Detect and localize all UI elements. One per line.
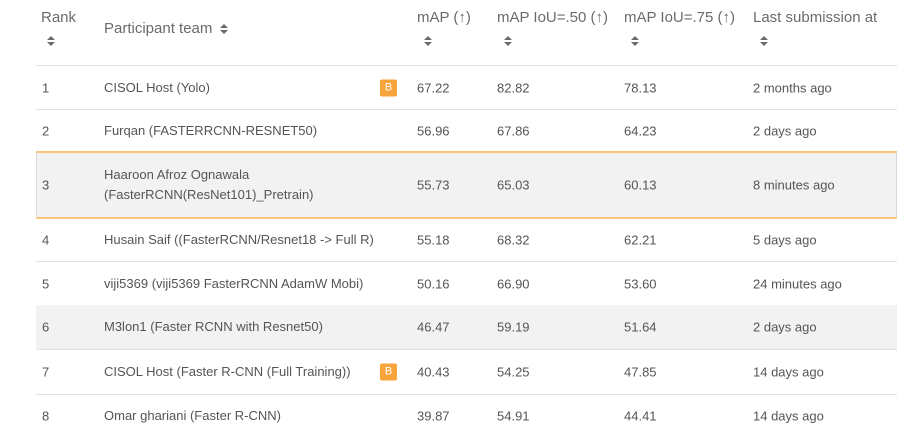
team-cell: viji5369 (viji5369 FasterRCNN AdamW Mobi… xyxy=(104,275,364,291)
map50-cell: 82.82 xyxy=(497,80,530,95)
sort-icon[interactable] xyxy=(424,36,432,46)
header-map[interactable]: mAP (↑) xyxy=(417,9,471,26)
map50-cell: 59.19 xyxy=(497,319,530,335)
map-cell: 67.22 xyxy=(417,80,450,95)
map75-cell: 44.41 xyxy=(624,408,657,423)
map-cell: 40.43 xyxy=(417,364,450,380)
map-cell: 46.47 xyxy=(417,319,450,335)
rank-cell: 5 xyxy=(42,276,50,291)
last-submission-cell: 5 days ago xyxy=(753,232,817,248)
last-submission-cell: 2 days ago xyxy=(753,123,817,138)
team-method-line: (FasterRCNN(ResNet101)_Pretrain) xyxy=(104,187,314,202)
sort-icon[interactable] xyxy=(47,36,55,46)
map50-cell: 65.03 xyxy=(497,177,530,193)
leaderboard-table: Rank Participant team mAP (↑) mAP IoU=.5… xyxy=(0,0,923,436)
baseline-badge: B xyxy=(380,363,397,381)
team-cell: Omar ghariani (Faster R-CNN) xyxy=(104,407,281,423)
header-map50[interactable]: mAP IoU=.50 (↑) xyxy=(497,9,608,26)
map75-cell: 78.13 xyxy=(624,80,657,95)
table-header: Rank Participant team mAP (↑) mAP IoU=.5… xyxy=(0,0,923,66)
table-row: 4 Husain Saif ((FasterRCNN/Resnet18 -> F… xyxy=(36,219,897,261)
team-cell: Husain Saif ((FasterRCNN/Resnet18 -> Ful… xyxy=(104,232,374,247)
map-cell: 50.16 xyxy=(417,276,450,291)
rank-cell: 6 xyxy=(42,319,50,335)
map50-cell: 54.91 xyxy=(497,408,530,423)
rank-cell: 4 xyxy=(42,232,50,248)
team-cell: CISOL Host (Faster R-CNN (Full Training)… xyxy=(104,364,351,379)
table-row: 7 CISOL Host (Faster R-CNN (Full Trainin… xyxy=(36,350,897,394)
last-submission-cell: 24 minutes ago xyxy=(753,276,842,291)
team-cell: CISOL Host (Yolo) xyxy=(104,79,210,95)
team-cell: Furqan (FASTERRCNN-RESNET50) xyxy=(104,122,318,138)
table-row: 6 M3lon1 (Faster RCNN with Resnet50) 46.… xyxy=(36,305,897,349)
map75-cell: 64.23 xyxy=(624,123,657,138)
last-submission-cell: 8 minutes ago xyxy=(753,177,835,193)
map75-cell: 60.13 xyxy=(624,177,657,193)
rank-cell: 7 xyxy=(42,364,50,380)
map-cell: 39.87 xyxy=(417,408,450,423)
header-team-label: Participant team xyxy=(104,20,213,37)
team-name-line: Haaroon Afroz Ognawala xyxy=(104,167,250,182)
rank-cell: 3 xyxy=(42,177,50,193)
map-cell: 55.18 xyxy=(417,232,450,248)
sort-icon[interactable] xyxy=(504,36,512,46)
header-last-submission[interactable]: Last submission at xyxy=(753,9,877,26)
table-row-highlighted: 3 Haaroon Afroz Ognawala (FasterRCNN(ResN… xyxy=(36,151,897,219)
map50-cell: 68.32 xyxy=(497,232,530,248)
sort-icon[interactable] xyxy=(760,36,768,46)
last-submission-cell: 14 days ago xyxy=(753,408,824,423)
map50-cell: 54.25 xyxy=(497,364,530,380)
map-cell: 56.96 xyxy=(417,123,450,138)
map50-cell: 66.90 xyxy=(497,276,530,291)
baseline-badge: B xyxy=(380,79,397,96)
team-cell: Haaroon Afroz Ognawala (FasterRCNN(ResNet… xyxy=(104,165,374,205)
header-map75[interactable]: mAP IoU=.75 (↑) xyxy=(624,9,735,26)
last-submission-cell: 2 days ago xyxy=(753,319,817,335)
sort-icon[interactable] xyxy=(631,36,639,46)
table-row: 8 Omar ghariani (Faster R-CNN) 39.87 54.… xyxy=(36,395,897,436)
header-rank[interactable]: Rank xyxy=(41,9,76,26)
last-submission-cell: 2 months ago xyxy=(753,80,832,95)
sort-icon[interactable] xyxy=(220,24,229,34)
last-submission-cell: 14 days ago xyxy=(753,364,824,380)
rank-cell: 8 xyxy=(42,408,50,423)
map50-cell: 67.86 xyxy=(497,123,530,138)
map75-cell: 47.85 xyxy=(624,364,657,380)
table-row: 1 CISOL Host (Yolo) B 67.22 82.82 78.13 … xyxy=(36,66,897,109)
map75-cell: 51.64 xyxy=(624,319,657,335)
team-cell: M3lon1 (Faster RCNN with Resnet50) xyxy=(104,319,323,334)
header-team[interactable]: Participant team xyxy=(104,20,229,37)
map-cell: 55.73 xyxy=(417,177,450,193)
table-row: 5 viji5369 (viji5369 FasterRCNN AdamW Mo… xyxy=(36,262,897,305)
table-row: 2 Furqan (FASTERRCNN-RESNET50) 56.96 67.… xyxy=(36,110,897,151)
rank-cell: 2 xyxy=(42,123,50,138)
map75-cell: 53.60 xyxy=(624,276,657,291)
map75-cell: 62.21 xyxy=(624,232,657,248)
rank-cell: 1 xyxy=(42,80,50,95)
